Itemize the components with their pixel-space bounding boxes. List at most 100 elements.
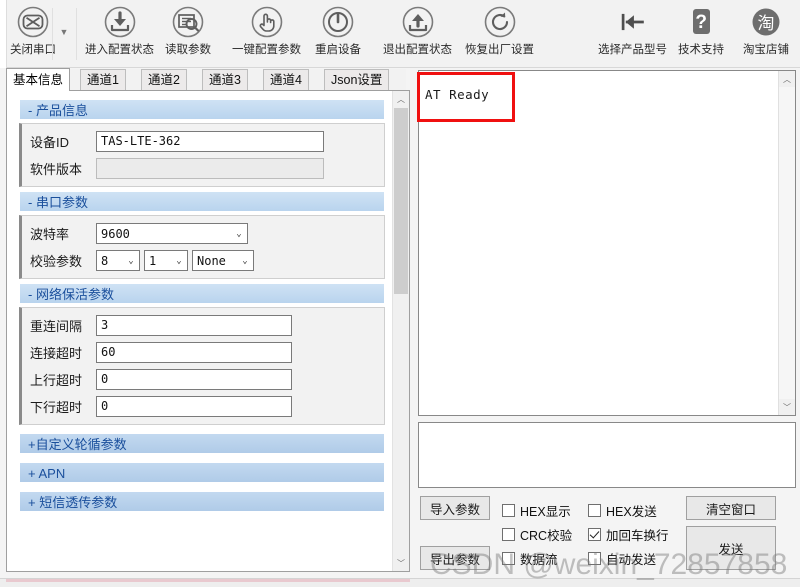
bottom-accent-bar xyxy=(6,579,410,582)
parity-value: None xyxy=(197,253,226,268)
uplink-timeout-input[interactable]: 0 xyxy=(96,369,292,390)
toolbar-button-tech-support[interactable]: ? 技术支持 xyxy=(678,4,724,57)
checkbox-box-checked-icon[interactable] xyxy=(588,528,601,541)
field-label: 下行超时 xyxy=(30,400,83,415)
tab-channel-1[interactable]: 通道1 xyxy=(80,69,126,90)
toolbar-button-read-params[interactable]: 读取参数 xyxy=(165,4,211,57)
field-label: 连接超时 xyxy=(30,346,83,361)
serial-log-scrollbar[interactable]: ︿ ﹀ xyxy=(778,71,795,415)
serial-controls: 导入参数 导出参数 清空窗口 发送 HEX显示 HEX发送 CRC校验 加回车换… xyxy=(418,494,796,582)
scroll-up-arrow-icon[interactable]: ︿ xyxy=(393,91,409,107)
toolbar-label: 技术支持 xyxy=(678,44,724,56)
refresh-factory-reset-icon xyxy=(482,4,518,40)
tab-json-settings[interactable]: Json设置 xyxy=(324,69,390,90)
tab-channel-4[interactable]: 通道4 xyxy=(263,69,309,90)
one-key-config-icon xyxy=(249,4,285,40)
section-header-custom-polling[interactable]: +自定义轮循参数 xyxy=(19,433,385,454)
checkbox-crc-check[interactable]: CRC校验 xyxy=(502,525,572,544)
checkbox-append-crlf[interactable]: 加回车换行 xyxy=(588,525,669,544)
section-header-serial-params[interactable]: - 串口参数 xyxy=(19,191,385,212)
scroll-down-arrow-icon[interactable]: ﹀ xyxy=(393,555,409,571)
power-restart-icon xyxy=(320,4,356,40)
serial-config-tool-window: 关闭串口 ▼ 进入配置状态 读取参数 一键配置参数 重启设备 退出配置状态 恢复… xyxy=(0,0,800,587)
send-button[interactable]: 发送 xyxy=(686,526,776,570)
checkbox-box-icon[interactable] xyxy=(588,504,601,517)
config-form-scrollbar[interactable]: ︿ ﹀ xyxy=(392,91,409,571)
clear-window-button[interactable]: 清空窗口 xyxy=(686,496,776,520)
scroll-down-arrow-icon[interactable]: ﹀ xyxy=(779,399,795,415)
connect-timeout-input[interactable]: 60 xyxy=(96,342,292,363)
checkbox-label: CRC校验 xyxy=(520,529,573,543)
checkbox-box-icon[interactable] xyxy=(502,504,515,517)
import-params-button[interactable]: 导入参数 xyxy=(420,496,490,520)
field-label: 上行超时 xyxy=(30,373,83,388)
toolbar-divider xyxy=(76,8,77,60)
field-row-connect-timeout: 连接超时 60 xyxy=(30,342,376,363)
upload-exit-icon xyxy=(400,4,436,40)
scroll-up-arrow-icon[interactable]: ︿ xyxy=(779,71,795,87)
close-serial-icon xyxy=(15,4,51,40)
checkbox-hex-display[interactable]: HEX显示 xyxy=(502,501,571,520)
chevron-down-icon: ⌄ xyxy=(242,255,248,266)
export-params-button[interactable]: 导出参数 xyxy=(420,546,490,570)
stop-bits-select[interactable]: 1 ⌄ xyxy=(144,250,188,271)
field-row-parity-params: 校验参数 8 ⌄ 1 ⌄ None ⌄ xyxy=(30,250,376,271)
config-tabstrip: 基本信息 通道1 通道2 通道3 通道4 Json设置 xyxy=(6,68,406,91)
serial-log-output[interactable]: AT Ready ︿ ﹀ xyxy=(418,70,796,416)
tab-channel-2[interactable]: 通道2 xyxy=(141,69,187,90)
checkbox-box-icon[interactable] xyxy=(502,552,515,565)
baud-rate-value: 9600 xyxy=(101,226,130,241)
serial-monitor-panel: AT Ready ︿ ﹀ 导入参数 导出参数 清空窗口 发送 HEX显示 HEX… xyxy=(418,70,796,582)
checkbox-label: 自动发送 xyxy=(606,553,657,567)
checkbox-box-icon[interactable] xyxy=(502,528,515,541)
toolbar-label: 选择产品型号 xyxy=(598,44,667,56)
toolbar-button-factory-reset[interactable]: 恢复出厂设置 xyxy=(465,4,534,57)
tab-basic-info[interactable]: 基本信息 xyxy=(6,68,71,91)
toolbar-label: 重启设备 xyxy=(315,44,361,56)
checkbox-auto-send[interactable]: 自动发送 xyxy=(588,549,656,568)
close-serial-dropdown-caret-icon[interactable]: ▼ xyxy=(58,26,70,38)
tab-channel-3[interactable]: 通道3 xyxy=(202,69,248,90)
toolbar-label: 一键配置参数 xyxy=(232,44,301,56)
window-bottom-strip xyxy=(0,578,800,587)
toolbar-button-enter-config[interactable]: 进入配置状态 xyxy=(85,4,154,57)
downlink-timeout-input[interactable]: 0 xyxy=(96,396,292,417)
toolbar-button-exit-config[interactable]: 退出配置状态 xyxy=(383,4,452,57)
section-header-sms-passthrough[interactable]: + 短信透传参数 xyxy=(19,491,385,512)
baud-rate-select[interactable]: 9600 ⌄ xyxy=(96,223,248,244)
checkbox-label: 加回车换行 xyxy=(606,529,669,543)
toolbar-button-select-model[interactable]: 选择产品型号 xyxy=(598,4,667,57)
data-bits-select[interactable]: 8 ⌄ xyxy=(96,250,140,271)
serial-send-input[interactable] xyxy=(418,422,796,488)
toolbar-button-one-key-config[interactable]: 一键配置参数 xyxy=(232,4,301,57)
question-help-icon: ? xyxy=(683,4,719,40)
scrollbar-thumb[interactable] xyxy=(394,108,408,294)
read-params-icon xyxy=(170,4,206,40)
field-label: 校验参数 xyxy=(30,254,83,269)
section-header-network-keepalive[interactable]: - 网络保活参数 xyxy=(19,283,385,304)
toolbar-left-rail xyxy=(0,0,7,68)
checkbox-label: HEX显示 xyxy=(520,505,571,519)
parity-select[interactable]: None ⌄ xyxy=(192,250,254,271)
section-header-apn[interactable]: + APN xyxy=(19,462,385,483)
toolbar-label: 读取参数 xyxy=(165,44,211,56)
section-header-product-info[interactable]: - 产品信息 xyxy=(19,99,385,120)
toolbar-button-taobao-shop[interactable]: 淘 淘宝店铺 xyxy=(743,4,789,57)
checkbox-data-stream[interactable]: 数据流 xyxy=(502,549,558,568)
chevron-down-icon: ⌄ xyxy=(236,228,242,239)
checkbox-label: 数据流 xyxy=(520,553,558,567)
section-body-serial-params: 波特率 9600 ⌄ 校验参数 8 ⌄ 1 ⌄ None ⌄ xyxy=(19,215,385,279)
toolbar-label: 进入配置状态 xyxy=(85,44,154,56)
reconnect-interval-input[interactable]: 3 xyxy=(96,315,292,336)
field-label: 波特率 xyxy=(30,227,70,242)
toolbar-button-restart-device[interactable]: 重启设备 xyxy=(315,4,361,57)
checkbox-box-icon[interactable] xyxy=(588,552,601,565)
software-version-input xyxy=(96,158,324,179)
device-id-input[interactable]: TAS-LTE-362 xyxy=(96,131,324,152)
toolbar-button-close-serial[interactable]: 关闭串口 xyxy=(10,4,56,57)
field-label: 设备ID xyxy=(30,135,70,150)
checkbox-hex-send[interactable]: HEX发送 xyxy=(588,501,657,520)
section-body-product-info: 设备ID TAS-LTE-362 软件版本 xyxy=(19,123,385,187)
select-model-arrow-icon xyxy=(615,4,651,40)
serial-log-text: AT Ready xyxy=(425,87,490,102)
